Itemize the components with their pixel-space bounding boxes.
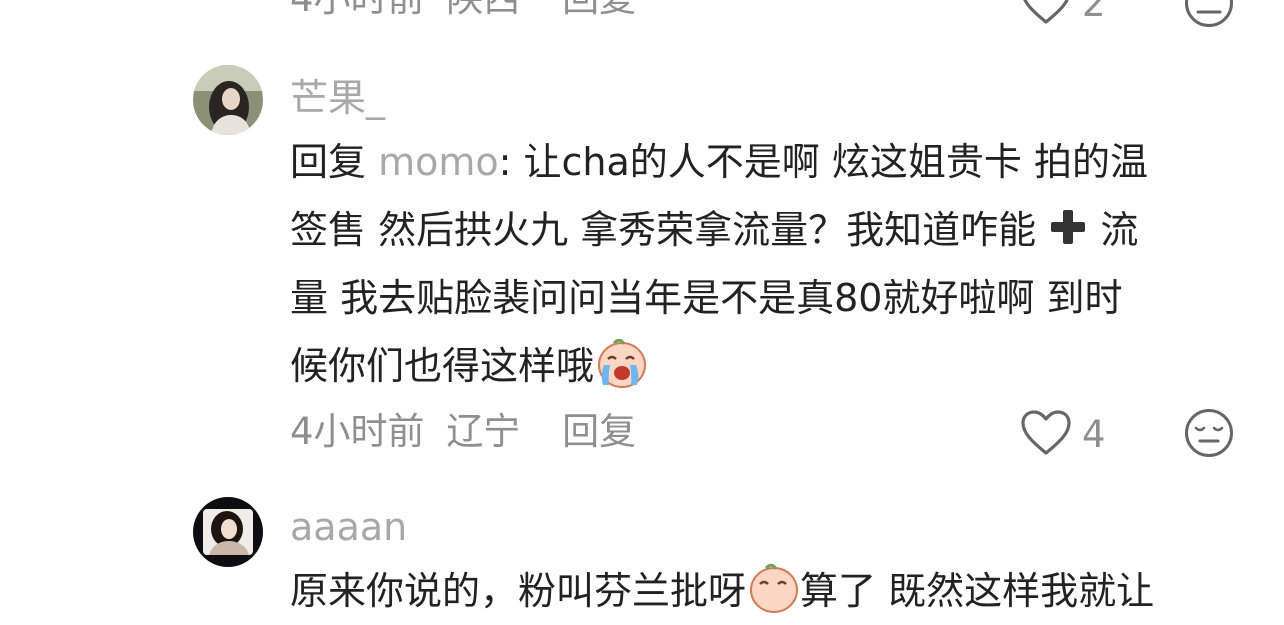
crying-face-emoji [750, 563, 799, 613]
prev-comment-location: 陕西 [446, 0, 520, 20]
like-button[interactable] [1020, 409, 1072, 457]
like-count: 4 [1082, 413, 1106, 456]
comment-body: 回复 momo: 让cha的人不是啊 炫这姐贵卡 拍的温 签售 然后拱火九 拿秀… [290, 128, 1230, 400]
comment-2-line-1: 原来你说的，粉叫芬兰批呀 算了 既然这样我就让 [290, 557, 1230, 625]
comment-username-2[interactable]: aaaan [290, 508, 407, 546]
prev-comment-like-button[interactable] [1020, 0, 1072, 26]
comment-2-text-2: 算了 既然这样我就让 [800, 569, 1155, 613]
prev-comment-meta: 4小时前 陕西 回复 [290, 0, 636, 17]
comment-time: 4小时前 [290, 410, 425, 453]
prev-comment-like-count: 2 [1082, 0, 1106, 25]
reply-prefix: 回复 [290, 140, 367, 184]
reply-button[interactable]: 回复 [562, 410, 636, 453]
expressionless-face-icon [1185, 409, 1233, 457]
comment-body-2: 原来你说的，粉叫芬兰批呀 算了 既然这样我就让 [290, 557, 1230, 625]
comment-text-1: : 让cha的人不是啊 炫这姐贵卡 拍的温 [498, 140, 1148, 184]
expressionless-face-icon [1185, 0, 1233, 27]
prev-comment-reply-button[interactable]: 回复 [562, 0, 636, 20]
prev-comment-time: 4小时前 [290, 0, 425, 20]
comment-text-4: 候你们也得这样哦 [290, 344, 595, 388]
reaction-button[interactable] [1184, 408, 1234, 458]
heavy-plus-sign-emoji [1051, 210, 1086, 244]
comment-text-2: 签售 然后拱火九 拿秀荣拿流量？我知道咋能 [290, 208, 1037, 252]
heart-icon [1023, 0, 1069, 24]
comment-2-text-1: 原来你说的，粉叫芬兰批呀 [290, 569, 747, 613]
comment-line-2: 签售 然后拱火九 拿秀荣拿流量？我知道咋能 流 [290, 196, 1230, 264]
comment-line-3: 量 我去贴脸裴问问当年是不是真80就好啦啊 到时 [290, 276, 1123, 320]
comment-location: 辽宁 [446, 410, 521, 453]
prev-comment-reaction-button[interactable] [1184, 0, 1234, 28]
comment-line-4: 候你们也得这样哦 [290, 332, 1230, 400]
avatar-2[interactable] [193, 497, 263, 567]
heart-icon [1021, 410, 1071, 455]
mention-link[interactable]: momo [378, 140, 499, 184]
comment-text-2b: 流 [1100, 208, 1139, 252]
crying-face-emoji [598, 338, 647, 388]
comment-line-1: 回复 momo: 让cha的人不是啊 炫这姐贵卡 拍的温 [290, 128, 1230, 196]
comment-meta: 4小时前 辽宁 回复 [290, 413, 636, 450]
comment-username[interactable]: 芒果_ [290, 79, 385, 117]
avatar[interactable] [193, 65, 263, 135]
